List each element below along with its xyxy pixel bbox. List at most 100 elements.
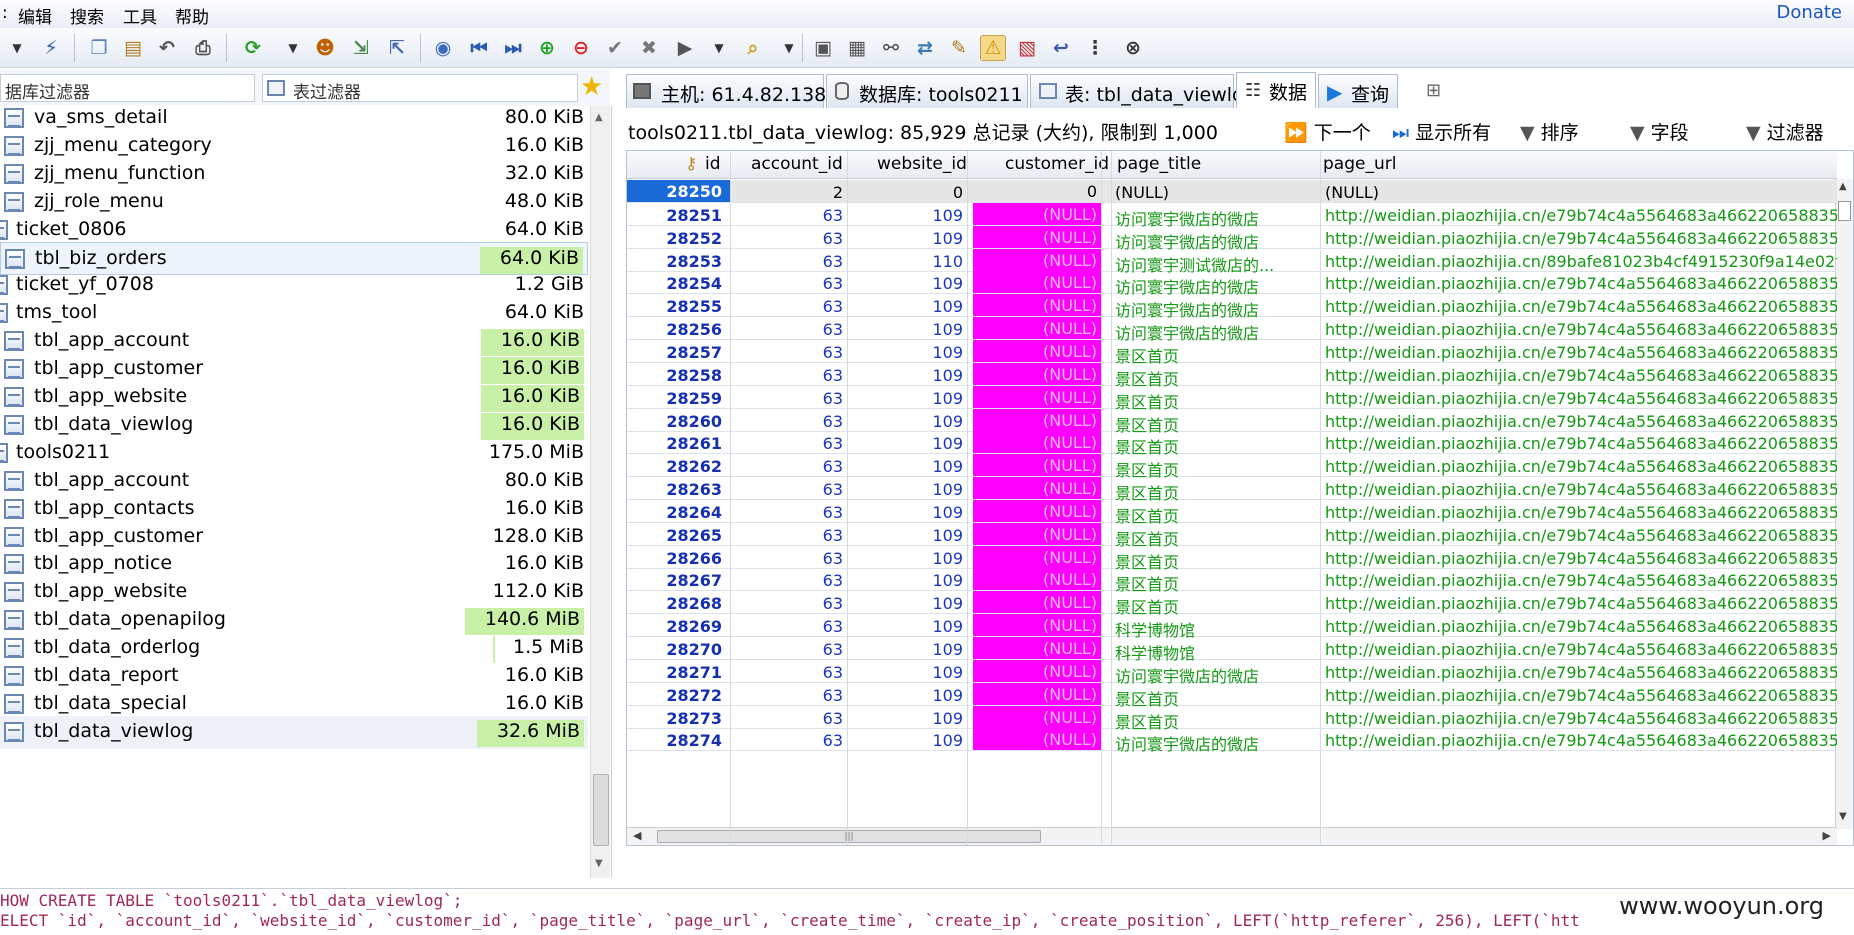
cell-website-id[interactable]: 109 <box>853 709 967 728</box>
cell-account-id[interactable]: 63 <box>735 549 847 568</box>
cell-id[interactable]: 28269 <box>627 617 730 636</box>
cell-page-url[interactable]: http://weidian.piaozhijia.cn/e79b74c4a55… <box>1325 709 1837 728</box>
cell-id[interactable]: 28253 <box>627 252 730 271</box>
binoculars-icon[interactable]: ⚯ <box>878 35 904 61</box>
edit-icon[interactable]: ✎ <box>946 35 972 61</box>
cell-customer-id[interactable]: (NULL) <box>973 225 1101 248</box>
cell-id[interactable]: 28258 <box>627 366 730 385</box>
table-row[interactable]: 28259 63 109 (NULL) 景区首页 http://weidian.piaoz… <box>627 385 1837 412</box>
dropdown-arrow-icon[interactable]: ▼ <box>776 35 802 61</box>
tab-table[interactable]: 表: tbl_data_viewlog <box>1030 74 1256 108</box>
cell-website-id[interactable]: 109 <box>853 640 967 659</box>
cell-customer-id[interactable]: (NULL) <box>973 248 1101 271</box>
cell-customer-id[interactable]: (NULL) <box>973 499 1101 522</box>
cell-page-url[interactable]: http://weidian.piaozhijia.cn/e79b74c4a55… <box>1325 343 1837 362</box>
cell-id[interactable]: 28274 <box>627 731 730 750</box>
cell-customer-id[interactable]: (NULL) <box>973 591 1101 614</box>
cell-page-url[interactable]: http://weidian.piaozhijia.cn/e79b74c4a55… <box>1325 526 1837 545</box>
tab-host[interactable]: 主机: 61.4.82.138 <box>626 74 826 108</box>
cell-customer-id[interactable]: (NULL) <box>973 614 1101 637</box>
table-row[interactable]: 28265 63 109 (NULL) 景区首页 http://weidian.piaoz… <box>627 522 1837 549</box>
cell-page-url[interactable]: http://weidian.piaozhijia.cn/e79b74c4a55… <box>1325 686 1837 705</box>
cell-website-id[interactable]: 109 <box>853 343 967 362</box>
tree-item[interactable]: va_sms_detail 80.0 KiB <box>0 106 588 135</box>
cell-page-url[interactable]: http://weidian.piaozhijia.cn/e79b74c4a55… <box>1325 503 1837 522</box>
grid-horizontal-scrollbar[interactable]: ◀ ||| ▶ <box>627 827 1837 845</box>
cell-id[interactable]: 28268 <box>627 594 730 613</box>
database-filter-input[interactable]: 据库过滤器 <box>0 74 255 103</box>
menu-item-edit[interactable]: 编辑 <box>18 3 52 28</box>
tree-scrollbar-thumb[interactable] <box>593 774 609 846</box>
cell-id[interactable]: 28256 <box>627 320 730 339</box>
table-row[interactable]: 28272 63 109 (NULL) 景区首页 http://weidian.piaoz… <box>627 682 1837 709</box>
find-icon[interactable]: ⌕ <box>740 35 766 61</box>
table-row[interactable]: 28258 63 109 (NULL) 景区首页 http://weidian.piaoz… <box>627 362 1837 389</box>
cell-account-id[interactable]: 63 <box>735 640 847 659</box>
cell-account-id[interactable]: 63 <box>735 526 847 545</box>
cell-id[interactable]: 28262 <box>627 457 730 476</box>
refresh-icon[interactable]: ⟳ <box>240 35 266 61</box>
export-icon[interactable]: ⇲ <box>348 35 374 61</box>
cell-account-id[interactable]: 63 <box>735 709 847 728</box>
cell-customer-id[interactable]: (NULL) <box>973 728 1101 751</box>
cell-page-url[interactable]: http://weidian.piaozhijia.cn/e79b74c4a55… <box>1325 640 1837 659</box>
column-header-account-id[interactable]: account_id <box>751 154 843 174</box>
grid-hscroll-thumb[interactable]: ||| <box>657 830 1041 843</box>
cell-customer-id[interactable]: (NULL) <box>973 362 1101 385</box>
table-row[interactable]: 28260 63 109 (NULL) 景区首页 http://weidian.piaoz… <box>627 408 1837 435</box>
table-row[interactable]: 28268 63 109 (NULL) 景区首页 http://weidian.piaoz… <box>627 591 1837 617</box>
cell-website-id[interactable]: 109 <box>853 366 967 385</box>
cell-page-url[interactable]: http://weidian.piaozhijia.cn/e79b74c4a55… <box>1325 206 1837 225</box>
cell-customer-id[interactable]: (NULL) <box>973 454 1101 477</box>
check-icon[interactable]: ✔ <box>602 35 628 61</box>
table-row[interactable]: 28273 63 109 (NULL) 景区首页 http://weidian.piaoz… <box>627 705 1837 732</box>
print-icon[interactable]: ⎙ <box>190 35 216 61</box>
cell-website-id[interactable]: 109 <box>853 206 967 225</box>
cell-page-url[interactable]: http://weidian.piaozhijia.cn/e79b74c4a55… <box>1325 594 1837 613</box>
cell-customer-id[interactable]: (NULL) <box>973 705 1101 728</box>
cell-website-id[interactable]: 109 <box>853 526 967 545</box>
cell-id[interactable]: 28272 <box>627 686 730 705</box>
users-icon[interactable]: ☻ <box>312 35 338 61</box>
cell-id[interactable]: 28266 <box>627 549 730 568</box>
cell-website-id[interactable]: 0 <box>853 183 967 202</box>
cell-page-url[interactable]: http://weidian.piaozhijia.cn/e79b74c4a55… <box>1325 297 1837 316</box>
cell-website-id[interactable]: 109 <box>853 594 967 613</box>
cell-id[interactable]: 28270 <box>627 640 730 659</box>
cell-customer-id[interactable]: 0 <box>973 180 1101 202</box>
table-row[interactable]: 28264 63 109 (NULL) 景区首页 http://weidian.piaoz… <box>627 499 1837 526</box>
table-row[interactable]: 28267 63 109 (NULL) 景区首页 http://weidian.piaoz… <box>627 568 1837 594</box>
cell-id[interactable]: 28267 <box>627 571 730 590</box>
cell-page-url[interactable]: http://weidian.piaozhijia.cn/e79b74c4a55… <box>1325 389 1837 408</box>
cell-page-url[interactable]: http://weidian.piaozhijia.cn/e79b74c4a55… <box>1325 571 1837 590</box>
cell-website-id[interactable]: 109 <box>853 297 967 316</box>
column-header-customer-id[interactable]: customer_id <box>1005 154 1109 174</box>
cell-page-url[interactable]: http://weidian.piaozhijia.cn/e79b74c4a55… <box>1325 663 1837 682</box>
column-header-page-url[interactable]: page_url <box>1323 154 1396 174</box>
cell-id[interactable]: 28260 <box>627 412 730 431</box>
cell-website-id[interactable]: 109 <box>853 549 967 568</box>
cell-website-id[interactable]: 109 <box>853 389 967 408</box>
cell-page-url[interactable]: http://weidian.piaozhijia.cn/e79b74c4a55… <box>1325 480 1837 499</box>
paste-icon[interactable]: ▤ <box>120 35 146 61</box>
cell-website-id[interactable]: 109 <box>853 686 967 705</box>
cell-customer-id[interactable]: (NULL) <box>973 202 1101 225</box>
menu-item-search[interactable]: 搜索 <box>70 3 104 28</box>
import-icon[interactable]: ⇱ <box>384 35 410 61</box>
undo-icon[interactable]: ↶ <box>154 35 180 61</box>
tree-scrollbar[interactable]: ▲ ▼ <box>590 106 610 878</box>
tab-query[interactable]: ▶ 查询 <box>1318 74 1398 108</box>
column-header-website-id[interactable]: website_id <box>877 154 967 174</box>
donate-link[interactable]: Donate <box>1777 2 1842 23</box>
cell-page-url[interactable]: http://weidian.piaozhijia.cn/89bafe81023… <box>1325 252 1837 271</box>
cell-id[interactable]: 28251 <box>627 206 730 225</box>
hex-icon[interactable]: ▧ <box>1014 35 1040 61</box>
cell-page-url[interactable]: http://weidian.piaozhijia.cn/e79b74c4a55… <box>1325 320 1837 339</box>
next-button[interactable]: ⏩ 下一个 <box>1284 118 1371 145</box>
cell-id[interactable]: 28263 <box>627 480 730 499</box>
wrap-icon[interactable]: ↩ <box>1048 35 1074 61</box>
cell-id[interactable]: 28250 <box>627 180 730 202</box>
sort-button[interactable]: ▼ 排序 <box>1520 118 1579 145</box>
cell-page-url[interactable]: (NULL) <box>1325 183 1837 202</box>
cell-page-url[interactable]: http://weidian.piaozhijia.cn/e79b74c4a55… <box>1325 731 1837 750</box>
